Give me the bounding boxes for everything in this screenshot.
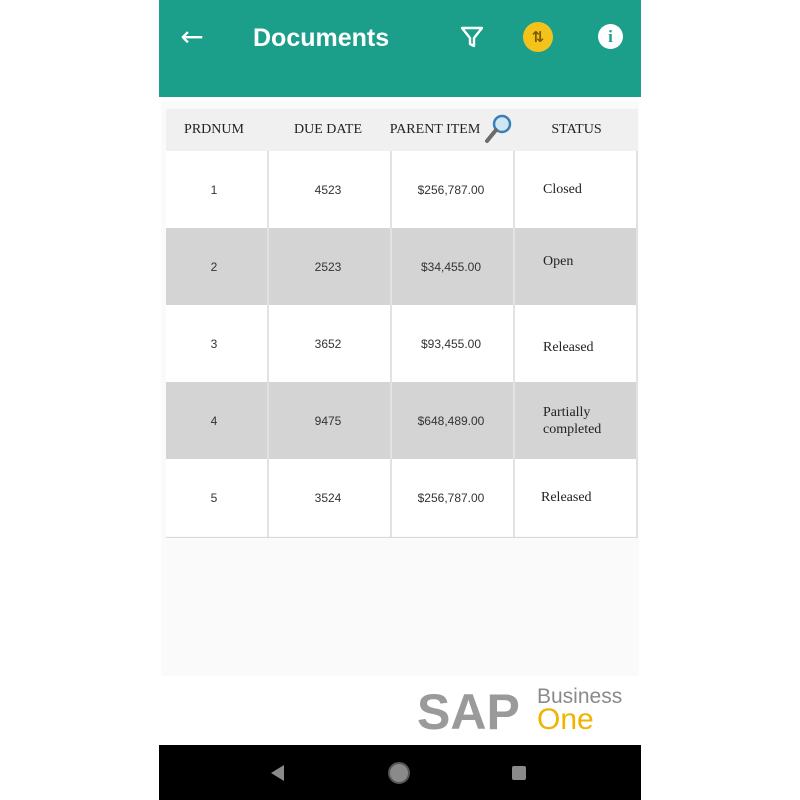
cell-due-date: 3652 [314, 336, 342, 351]
magnifier-icon[interactable] [483, 113, 513, 147]
cell-prdnum: 5 [210, 490, 218, 505]
logo-one-text: One [537, 703, 594, 736]
column-header-parent-item[interactable]: PARENT ITEM [380, 109, 490, 151]
column-header-due-date[interactable]: DUE DATE [269, 109, 387, 151]
documents-table: 1 4523 $256,787.00 Closed 2 2523 $34,455… [166, 151, 638, 538]
nav-home-icon[interactable] [388, 762, 410, 784]
column-divider [390, 151, 392, 537]
cell-due-date: 9475 [314, 413, 342, 428]
documents-panel: PRDNUM DUE DATE PARENT ITEM STATUS 1 452… [161, 101, 639, 676]
sap-logo-graphic: SAP Business One [417, 684, 622, 740]
cell-parent-item: $256,787.00 [417, 490, 485, 505]
column-divider [636, 151, 638, 537]
table-row[interactable]: 2 2523 $34,455.00 Open [166, 228, 638, 305]
cell-parent-item: $256,787.00 [417, 182, 485, 197]
cell-status: Released [543, 339, 594, 355]
cell-prdnum: 2 [210, 259, 218, 274]
cell-due-date: 3524 [314, 490, 342, 505]
filter-icon-graphic [460, 26, 484, 48]
app-bar: ← Documents ⇅ i [159, 0, 641, 97]
table-row[interactable]: 1 4523 $256,787.00 Closed [166, 151, 638, 228]
cell-status: Released [541, 489, 592, 505]
cell-prdnum: 4 [210, 413, 218, 428]
cell-parent-item: $34,455.00 [420, 259, 482, 274]
nav-back-icon[interactable] [271, 765, 284, 781]
cell-due-date: 2523 [314, 259, 342, 274]
cell-due-date: 4523 [314, 182, 342, 197]
nav-recents-icon[interactable] [512, 766, 526, 780]
magnifier-icon-graphic [485, 114, 512, 143]
table-header: PRDNUM DUE DATE PARENT ITEM STATUS [166, 109, 638, 151]
page-title: Documents [253, 24, 390, 52]
filter-icon[interactable] [458, 23, 486, 51]
arrow-left-icon[interactable]: ← [177, 22, 207, 52]
table-row[interactable]: 4 9475 $648,489.00 Partially completed [166, 382, 638, 459]
cell-status: Partially completed [543, 404, 602, 437]
cell-parent-item: $648,489.00 [417, 413, 485, 428]
phone-screen: ← Documents ⇅ i PRDNUM DUE DATE PARENT I… [159, 0, 641, 800]
info-icon[interactable]: i [598, 24, 623, 49]
logo-sap-text: SAP [417, 684, 520, 739]
system-navigation-bar [159, 745, 641, 800]
cell-status: Closed [543, 181, 582, 197]
column-divider [267, 151, 269, 537]
cell-parent-item: $93,455.00 [420, 336, 482, 351]
cell-prdnum: 3 [210, 336, 218, 351]
table-row[interactable]: 5 3524 $256,787.00 Released [166, 459, 638, 536]
column-divider [513, 151, 515, 537]
cell-prdnum: 1 [210, 182, 218, 197]
column-header-status[interactable]: STATUS [515, 109, 638, 151]
cell-status: Open [543, 254, 574, 269]
column-header-prdnum[interactable]: PRDNUM [166, 109, 262, 151]
table-row[interactable]: 3 3652 $93,455.00 Released [166, 305, 638, 382]
sort-icon[interactable]: ⇅ [523, 22, 553, 52]
sap-business-one-logo: SAP Business One [417, 683, 637, 740]
